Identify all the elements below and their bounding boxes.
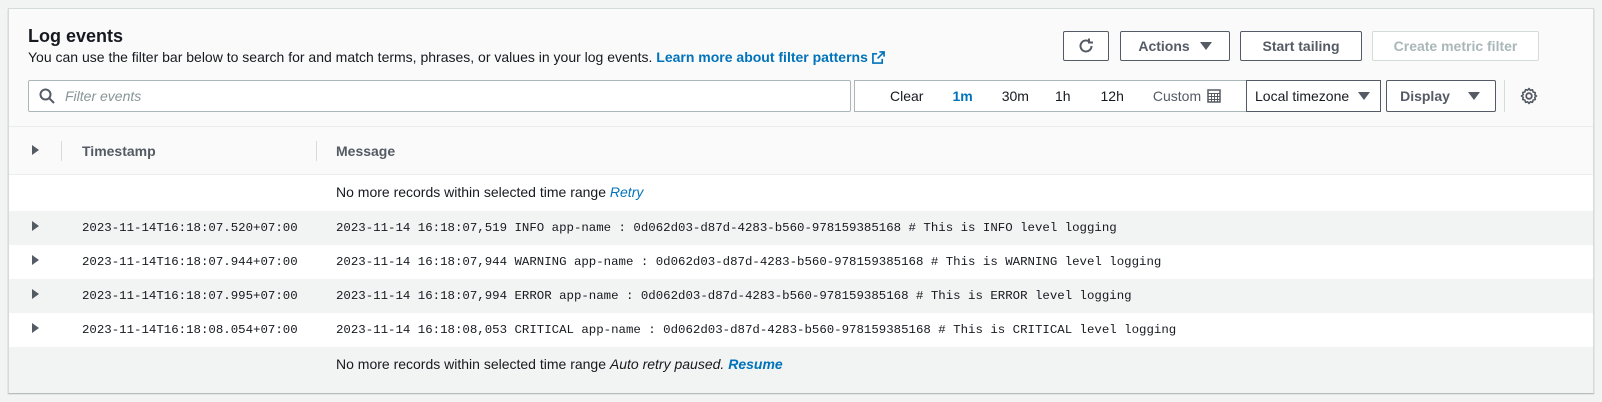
column-header-message[interactable]: Message: [336, 143, 395, 159]
page-title: Log events: [28, 26, 124, 46]
row-timestamp: 2023-11-14T16:18:08.054+07:00: [82, 323, 298, 337]
create-metric-filter-label: Create metric filter: [1393, 38, 1518, 54]
time-range-selector: Clear 1m 30m 1h 12h Custom: [854, 80, 1246, 112]
caret-down-icon: [1467, 92, 1480, 100]
row-message: 2023-11-14 16:18:08,053 CRITICAL app-nam…: [336, 323, 1177, 337]
expand-row-icon[interactable]: [32, 289, 39, 299]
bottom-status-text: No more records within selected time ran…: [336, 356, 607, 372]
auto-retry-paused-text: Auto retry paused.: [609, 356, 725, 372]
create-metric-filter-button[interactable]: Create metric filter: [1372, 31, 1539, 61]
range-12h[interactable]: 12h: [1101, 88, 1124, 104]
calendar-icon: [1207, 89, 1221, 103]
timezone-label: Local timezone: [1255, 88, 1350, 104]
caret-down-icon: [1358, 92, 1370, 100]
column-divider: [61, 141, 62, 161]
column-header-timestamp[interactable]: Timestamp: [82, 143, 156, 159]
display-button[interactable]: Display: [1386, 80, 1496, 112]
top-status-note: No more records within selected time ran…: [336, 184, 643, 200]
external-link-icon: [871, 51, 885, 64]
column-divider: [316, 141, 317, 161]
expand-all-icon[interactable]: [32, 145, 39, 155]
gear-icon[interactable]: [1520, 87, 1538, 105]
range-custom[interactable]: Custom: [1153, 88, 1221, 104]
description-text: You can use the filter bar below to sear…: [28, 49, 653, 65]
learn-more-label: Learn more about filter patterns: [656, 49, 868, 65]
custom-label: Custom: [1152, 88, 1202, 104]
expand-row-icon[interactable]: [32, 323, 39, 333]
start-tailing-button[interactable]: Start tailing: [1240, 31, 1362, 61]
table-row[interactable]: 2023-11-14T16:18:07.520+07:00 2023-11-14…: [9, 211, 1593, 245]
expand-row-icon[interactable]: [32, 221, 39, 231]
row-message: 2023-11-14 16:18:07,994 ERROR app-name :…: [336, 289, 1132, 303]
log-events-header: Log events You can use the filter bar be…: [9, 9, 1593, 127]
refresh-button[interactable]: [1063, 31, 1109, 61]
actions-button[interactable]: Actions: [1120, 31, 1230, 61]
top-status-text: No more records within selected time ran…: [336, 184, 607, 200]
learn-more-link[interactable]: Learn more about filter patterns: [656, 49, 885, 65]
table-row[interactable]: 2023-11-14T16:18:08.054+07:00 2023-11-14…: [9, 313, 1593, 347]
table-row[interactable]: 2023-11-14T16:18:07.995+07:00 2023-11-14…: [9, 279, 1593, 313]
actions-label: Actions: [1138, 38, 1190, 54]
row-message: 2023-11-14 16:18:07,944 WARNING app-name…: [336, 255, 1162, 269]
table-header: Timestamp Message: [9, 127, 1593, 175]
page-description: You can use the filter bar below to sear…: [28, 49, 885, 65]
clear-range-button[interactable]: Clear: [890, 88, 923, 104]
toolbar-divider: [1504, 80, 1505, 112]
row-timestamp: 2023-11-14T16:18:07.944+07:00: [82, 255, 298, 269]
refresh-icon: [1079, 38, 1093, 53]
row-timestamp: 2023-11-14T16:18:07.520+07:00: [82, 221, 298, 235]
start-tailing-label: Start tailing: [1262, 38, 1340, 54]
filter-events-search[interactable]: [28, 80, 851, 112]
range-1h[interactable]: 1h: [1055, 88, 1071, 104]
resume-link[interactable]: Resume: [728, 356, 782, 372]
range-1m[interactable]: 1m: [952, 88, 972, 104]
display-label: Display: [1400, 88, 1450, 104]
row-timestamp: 2023-11-14T16:18:07.995+07:00: [82, 289, 298, 303]
retry-link[interactable]: Retry: [610, 184, 643, 200]
caret-down-icon: [1199, 42, 1212, 50]
expand-row-icon[interactable]: [32, 255, 39, 265]
row-message: 2023-11-14 16:18:07,519 INFO app-name : …: [336, 221, 1117, 235]
log-events-panel: Log events You can use the filter bar be…: [8, 8, 1594, 393]
top-status-row: No more records within selected time ran…: [9, 175, 1593, 211]
table-row[interactable]: 2023-11-14T16:18:07.944+07:00 2023-11-14…: [9, 245, 1593, 279]
timezone-select[interactable]: Local timezone: [1246, 80, 1381, 112]
bottom-status-note: No more records within selected time ran…: [336, 356, 783, 372]
filter-events-input[interactable]: [65, 88, 825, 104]
search-icon: [39, 88, 55, 104]
bottom-status-row: No more records within selected time ran…: [9, 347, 1593, 393]
range-30m[interactable]: 30m: [1002, 88, 1029, 104]
